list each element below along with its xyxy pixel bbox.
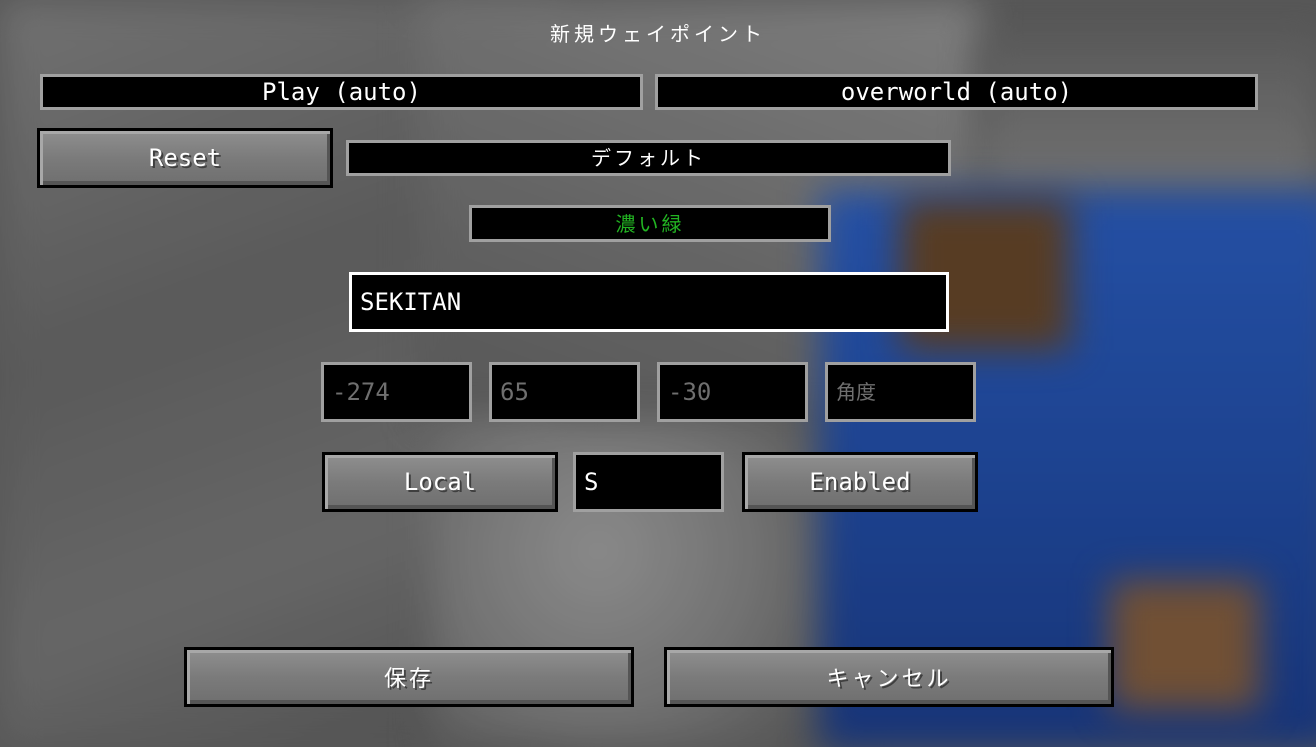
z-coordinate-input[interactable]: -30 bbox=[657, 362, 808, 422]
y-value: 65 bbox=[500, 378, 529, 406]
reset-button[interactable]: Reset bbox=[37, 128, 333, 188]
page-title: 新規ウェイポイント bbox=[550, 22, 766, 46]
enabled-toggle-button[interactable]: Enabled bbox=[742, 452, 978, 512]
save-button[interactable]: 保存 bbox=[184, 647, 634, 707]
angle-placeholder: 角度 bbox=[836, 380, 876, 404]
initials-input[interactable]: S bbox=[573, 452, 724, 512]
server-selector[interactable]: Play (auto) bbox=[40, 74, 643, 110]
color-selector[interactable]: 濃い緑 bbox=[469, 205, 831, 242]
x-value: -274 bbox=[332, 378, 390, 406]
x-coordinate-input[interactable]: -274 bbox=[321, 362, 472, 422]
dimension-selector[interactable]: overworld (auto) bbox=[655, 74, 1258, 110]
waypoint-set-selector[interactable]: デフォルト bbox=[346, 140, 951, 176]
cancel-button[interactable]: キャンセル bbox=[664, 647, 1114, 707]
angle-input[interactable]: 角度 bbox=[825, 362, 976, 422]
waypoint-name-input[interactable]: SEKITAN bbox=[349, 272, 949, 332]
y-coordinate-input[interactable]: 65 bbox=[489, 362, 640, 422]
z-value: -30 bbox=[668, 378, 712, 406]
visibility-button[interactable]: Local bbox=[322, 452, 558, 512]
